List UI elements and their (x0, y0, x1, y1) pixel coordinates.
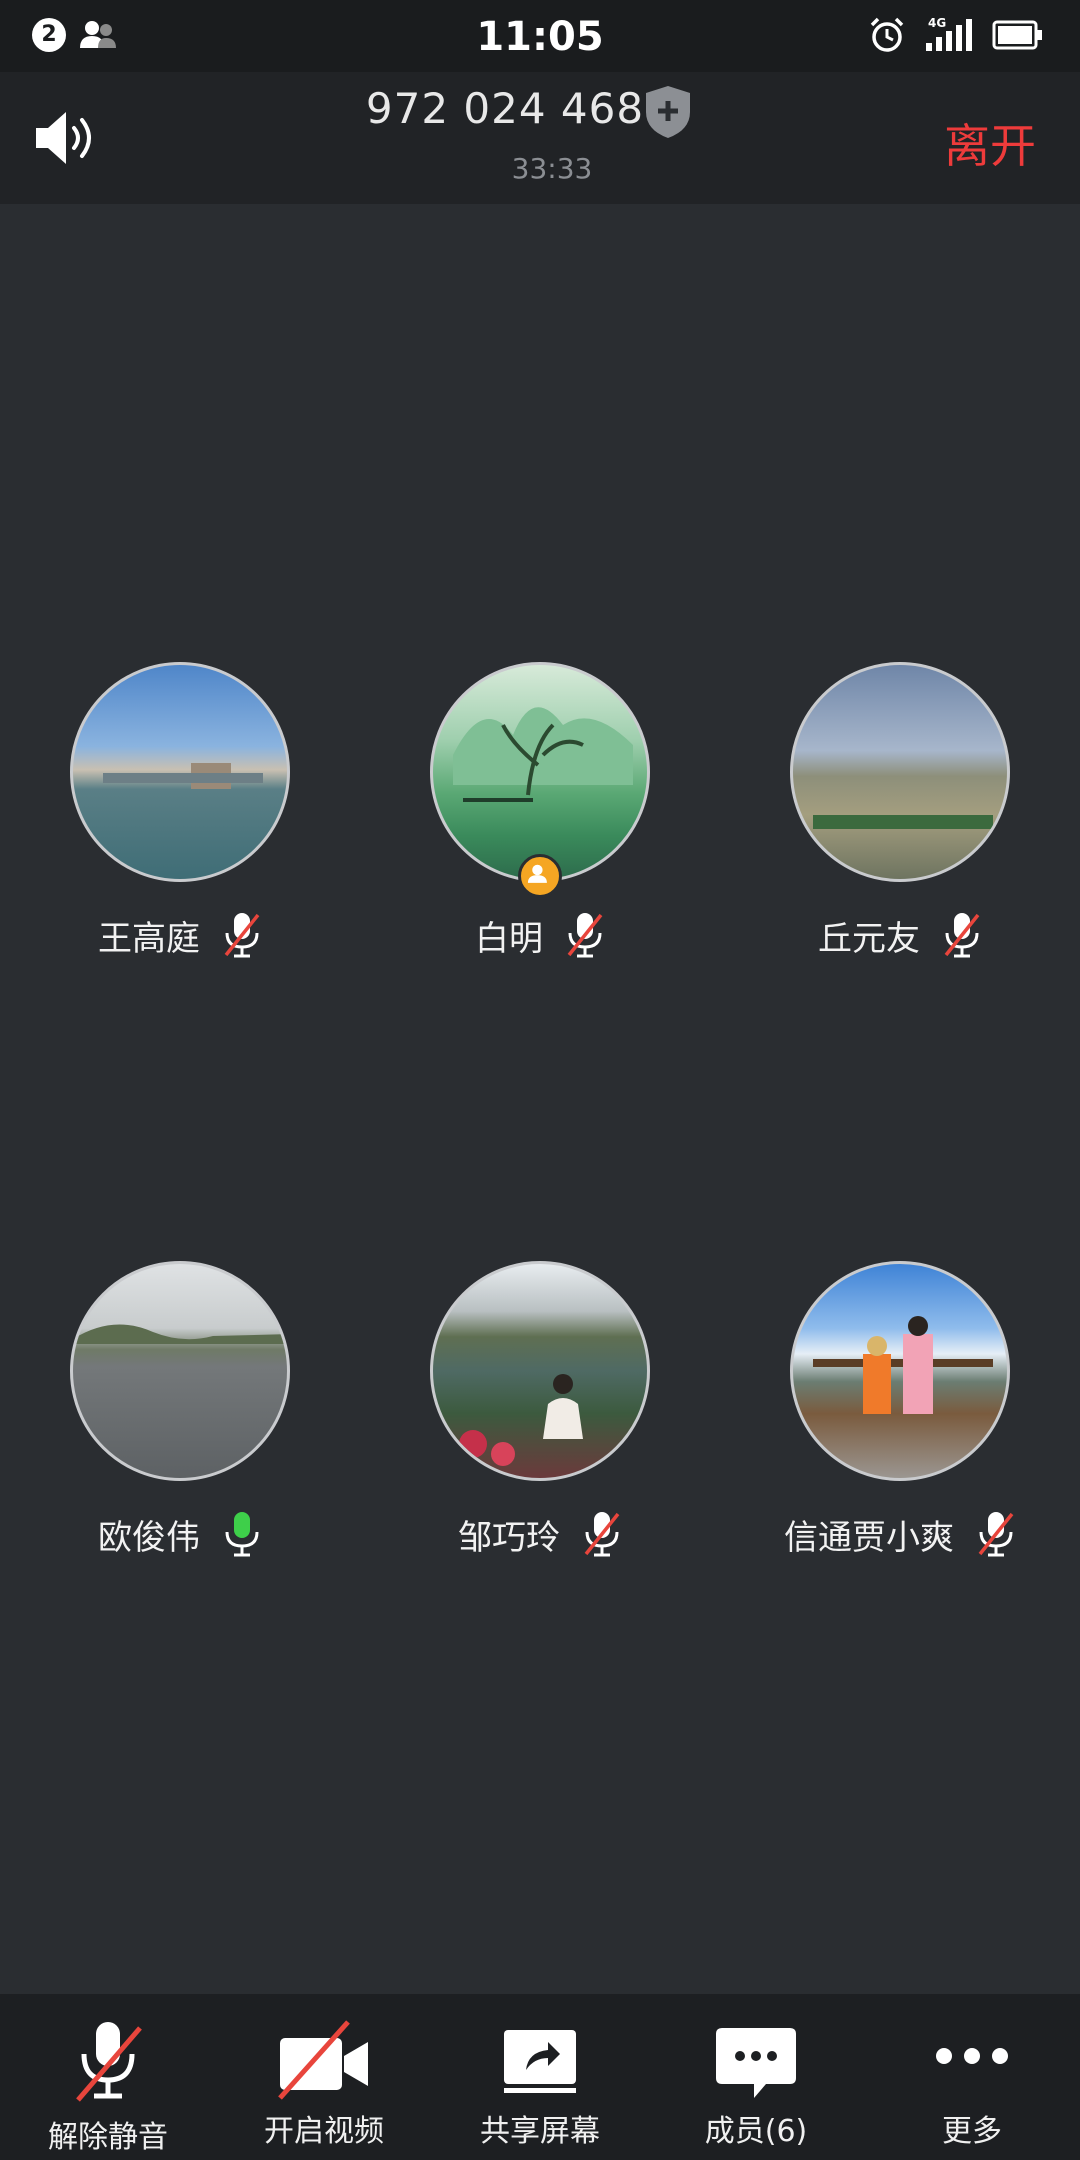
shield-plus-icon[interactable] (643, 84, 693, 140)
unmute-button[interactable]: 解除静音 (0, 1994, 216, 2160)
participant-name: 欧俊伟 (98, 1517, 200, 1558)
avatar (790, 662, 1010, 882)
avatar (70, 662, 290, 882)
more-dots-icon (936, 2048, 1008, 2064)
avatar (70, 1261, 290, 1481)
meeting-toolbar: 解除静音 开启视频 共享屏幕 成员(6) 更多 (0, 1994, 1080, 2160)
mic-muted-icon (584, 1512, 620, 1557)
video-off-icon (278, 2020, 368, 2100)
participant-name: 邹巧玲 (458, 1517, 560, 1558)
start-video-button[interactable]: 开启视频 (216, 1994, 432, 2160)
mic-muted-icon (224, 913, 260, 958)
participant-tile[interactable]: 欧俊伟 (0, 1261, 360, 1591)
participant-tile[interactable]: 白明 (360, 662, 720, 992)
call-duration: 33:33 (511, 152, 593, 185)
status-bar: 2 11:05 4G (0, 0, 1080, 72)
avatar (430, 1261, 650, 1481)
mic-muted-icon (944, 913, 980, 958)
participant-tile[interactable]: 王高庭 (0, 662, 360, 992)
meeting-number[interactable]: 972 024 468 (0, 84, 1010, 133)
more-button[interactable]: 更多 (864, 1994, 1080, 2160)
host-badge-icon (518, 854, 562, 898)
participant-name: 王高庭 (98, 918, 200, 959)
participant-tile[interactable]: 丘元友 (720, 662, 1080, 992)
meeting-header: 972 024 468 33:33 离开 (0, 72, 1080, 204)
unmute-label: 解除静音 (48, 2120, 168, 2155)
avatar (790, 1261, 1010, 1481)
participant-name: 白明 (475, 918, 543, 959)
leave-button[interactable]: 离开 (944, 110, 1036, 176)
participant-name: 丘元友 (818, 918, 920, 959)
participant-tile[interactable]: 信通贾小爽 (720, 1261, 1080, 1591)
members-label: 成员(6) (704, 2114, 808, 2149)
alarm-icon (870, 17, 904, 52)
battery-icon (992, 20, 1042, 50)
participant-tile[interactable]: 邹巧玲 (360, 1261, 720, 1591)
more-label: 更多 (942, 2114, 1002, 2149)
start-video-label: 开启视频 (264, 2114, 384, 2149)
signal-icon (926, 19, 972, 51)
members-button[interactable]: 成员(6) (648, 1994, 864, 2160)
chat-bubble-icon (716, 2028, 796, 2098)
share-screen-icon (504, 2030, 576, 2093)
mic-muted-icon (978, 1512, 1014, 1557)
participant-name: 信通贾小爽 (784, 1517, 954, 1558)
avatar (430, 662, 650, 882)
share-screen-button[interactable]: 共享屏幕 (432, 1994, 648, 2160)
mic-muted-icon (567, 913, 603, 958)
mic-muted-icon (76, 2022, 142, 2102)
share-screen-label: 共享屏幕 (480, 2114, 600, 2149)
mic-active-icon (225, 1512, 259, 1557)
